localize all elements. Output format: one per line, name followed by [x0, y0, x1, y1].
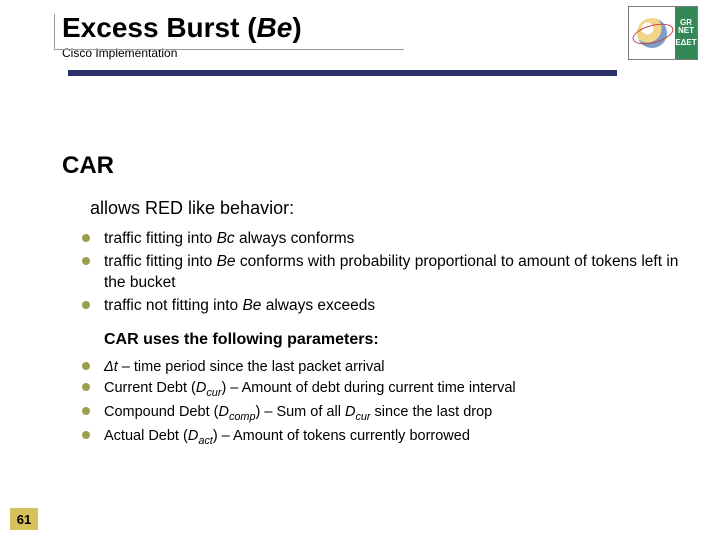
globe-icon [629, 7, 675, 59]
slide-header: Excess Burst (Be) Cisco Implementation [0, 0, 720, 60]
params-heading: CAR uses the following parameters: [104, 331, 680, 349]
text: traffic fitting into [104, 230, 217, 247]
header-rule [68, 70, 614, 76]
symbol: D [188, 428, 198, 444]
list-item: traffic fitting into Bc always conforms [82, 229, 680, 250]
text: ) – Amount of tokens currently borrowed [213, 428, 470, 444]
list-item: Actual Debt (Dact) – Amount of tokens cu… [82, 426, 680, 449]
symbol: D [218, 404, 228, 420]
intro-line: allows RED like behavior: [90, 198, 680, 219]
slide-subtitle: Cisco Implementation [62, 46, 720, 60]
symbol: Be [217, 253, 236, 270]
slide-title: Excess Burst (Be) [62, 12, 720, 44]
logo-text: GR NET ΕΔΕΤ [675, 7, 697, 59]
text: always exceeds [261, 297, 375, 314]
symbol: D [196, 380, 206, 396]
text: ) – Sum of all [256, 404, 345, 420]
symbol: Δt [104, 359, 118, 375]
logo-line-2: NET [678, 27, 694, 35]
text: Current Debt ( [104, 380, 196, 396]
text: traffic fitting into [104, 253, 217, 270]
text: always conforms [235, 230, 355, 247]
logo-line-3: ΕΔΕΤ [675, 39, 696, 47]
subscript: comp [229, 411, 256, 423]
list-item: Δt – time period since the last packet a… [82, 357, 680, 377]
text: since the last drop [371, 404, 493, 420]
title-text-a: Excess Burst ( [62, 12, 257, 43]
text: traffic not fitting into [104, 297, 242, 314]
section-heading: CAR [62, 152, 680, 180]
subscript: cur [206, 387, 221, 399]
slide-body: CAR allows RED like behavior: traffic fi… [0, 60, 720, 449]
text: Actual Debt ( [104, 428, 188, 444]
org-logo: GR NET ΕΔΕΤ [628, 6, 698, 60]
slide: Excess Burst (Be) Cisco Implementation G… [0, 0, 720, 540]
list-item: traffic fitting into Be conforms with pr… [82, 252, 680, 294]
text: ) – Amount of debt during current time i… [221, 380, 515, 396]
subscript: cur [355, 411, 370, 423]
symbol: Bc [217, 230, 235, 247]
params-list: Δt – time period since the last packet a… [82, 357, 680, 450]
text: Compound Debt ( [104, 404, 218, 420]
list-item: Current Debt (Dcur) – Amount of debt dur… [82, 378, 680, 401]
symbol: Be [242, 297, 261, 314]
title-text-b: ) [292, 12, 301, 43]
symbol: D [345, 404, 355, 420]
behavior-list: traffic fitting into Bc always conforms … [82, 229, 680, 317]
text: – time period since the last packet arri… [118, 359, 385, 375]
subscript: act [198, 435, 213, 447]
list-item: Compound Debt (Dcomp) – Sum of all Dcur … [82, 402, 680, 425]
page-number: 61 [10, 508, 38, 530]
list-item: traffic not fitting into Be always excee… [82, 296, 680, 317]
title-be: Be [257, 12, 293, 43]
